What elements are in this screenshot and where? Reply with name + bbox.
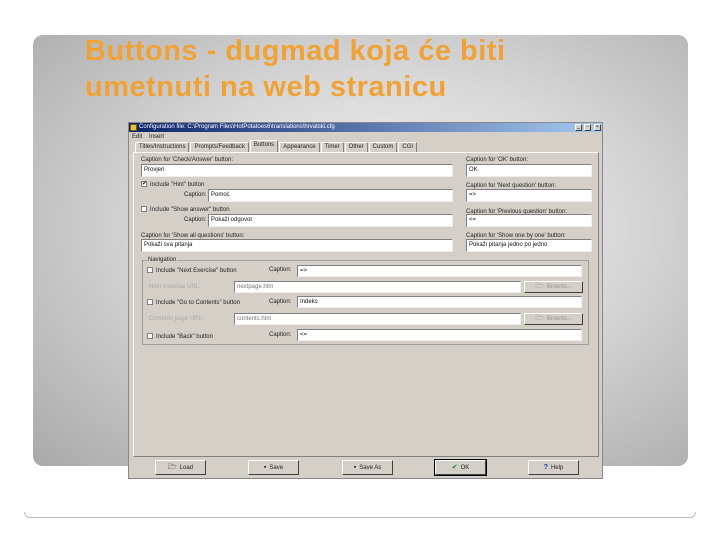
hint-caption-input[interactable]: Pomoć — [208, 189, 453, 202]
show-answer-caption-input[interactable]: Pokaži odgovor — [208, 214, 453, 227]
load-button[interactable]: 🗁 Load — [155, 460, 206, 475]
browse-contents-url-button[interactable]: 🗁 Browse... — [524, 313, 583, 325]
folder-icon: 🗁 — [535, 283, 544, 290]
next-exercise-include-checkbox[interactable]: Include "Next Exercise" button — [147, 267, 237, 275]
tab-other[interactable]: Other — [344, 142, 368, 152]
maximize-button[interactable]: ▫ — [584, 124, 591, 131]
next-question-caption-input[interactable]: => — [466, 189, 592, 202]
show-answer-caption-label: Caption: — [184, 217, 207, 223]
tab-timer[interactable]: Timer — [320, 142, 344, 152]
hint-include-label: Include "Hint" button — [150, 182, 205, 188]
title-line-1: Buttons - dugmad koja će biti — [85, 35, 506, 67]
hint-caption-label: Caption: — [184, 192, 207, 198]
help-button[interactable]: ? Help — [528, 460, 579, 475]
checkmark-icon: ✔ — [451, 464, 458, 471]
menu-insert[interactable]: Insert — [149, 134, 164, 140]
next-exercise-caption-input[interactable]: => — [297, 265, 582, 277]
next-exercise-caption-label: Caption: — [269, 267, 292, 273]
tab-titles-instructions[interactable]: Titles/Instructions — [135, 142, 190, 152]
floppy-disk-icon: ▪ — [263, 464, 267, 471]
slide-title: Buttons - dugmad koja će biti umetnuti n… — [85, 33, 506, 105]
one-by-one-caption-input[interactable]: Pokaži pitanja jedno po jedno — [466, 239, 592, 252]
menu-edit[interactable]: Edit — [132, 134, 142, 140]
load-label: Load — [179, 465, 194, 471]
folder-icon: 🗁 — [535, 315, 544, 322]
save-label: Save — [269, 465, 284, 471]
show-answer-include-checkbox[interactable]: Include "Show answer" button — [141, 206, 230, 214]
menu-bar: Edit Insert — [132, 133, 169, 141]
back-include-label: Include "Back" button — [156, 334, 213, 340]
save-button[interactable]: ▪ Save — [248, 460, 299, 475]
save-as-button[interactable]: ▪ Save As — [342, 460, 393, 475]
browse-label: Browse... — [546, 284, 572, 290]
browse-label: Browse... — [546, 316, 572, 322]
help-label: Help — [550, 465, 564, 471]
tab-bar: Titles/Instructions Prompts/Feedback But… — [135, 140, 418, 152]
contents-url-input[interactable]: contents.htm — [234, 313, 521, 325]
navigation-group: Navigation Include "Next Exercise" butto… — [142, 256, 589, 345]
ok-button[interactable]: ✔ OK — [434, 459, 487, 476]
back-caption-input[interactable]: <= — [297, 329, 582, 341]
show-answer-include-label: Include "Show answer" button — [150, 207, 230, 213]
ok-label: OK — [460, 465, 470, 471]
contents-include-label: Include "Go to Contents" button — [156, 300, 240, 306]
contents-include-checkbox[interactable]: Include "Go to Contents" button — [147, 299, 240, 307]
app-icon — [130, 124, 137, 131]
contents-caption-label: Caption: — [269, 299, 292, 305]
next-exercise-url-label: Next exercise URL: — [149, 284, 201, 290]
slide-footer-line — [24, 512, 696, 518]
close-button[interactable]: × — [594, 124, 601, 131]
browse-next-url-button[interactable]: 🗁 Browse... — [524, 281, 583, 293]
configuration-dialog: Configuration file: C:\Program Files\Hot… — [128, 122, 603, 479]
navigation-legend: Navigation — [147, 256, 178, 264]
title-bar[interactable]: Configuration file: C:\Program Files\Hot… — [129, 123, 602, 132]
ok-caption-label: Caption for 'OK' button: — [466, 157, 528, 163]
title-line-2: umetnuti na web stranicu — [85, 71, 447, 103]
save-as-label: Save As — [359, 465, 382, 471]
check-caption-label: Caption for 'Check/Answer' button: — [141, 157, 234, 163]
buttons-tab-panel: Caption for 'Check/Answer' button: Provj… — [133, 152, 599, 457]
checkbox[interactable] — [141, 206, 147, 213]
next-exercise-include-label: Include "Next Exercise" button — [156, 268, 237, 274]
hint-include-checkbox[interactable]: ✔ Include "Hint" button — [141, 181, 204, 189]
checkbox[interactable] — [147, 299, 153, 306]
tab-appearance[interactable]: Appearance — [279, 142, 320, 152]
tab-buttons[interactable]: Buttons — [249, 140, 279, 152]
tab-cgi[interactable]: CGI — [398, 142, 418, 152]
tab-custom[interactable]: Custom — [368, 142, 398, 152]
question-mark-icon: ? — [543, 464, 548, 471]
checkbox[interactable] — [147, 333, 153, 340]
show-all-caption-input[interactable]: Pokaži sva pitanja — [141, 239, 453, 252]
minimize-button[interactable]: _ — [575, 124, 582, 131]
next-exercise-url-input[interactable]: nextpage.htm — [234, 281, 521, 293]
tab-prompts-feedback[interactable]: Prompts/Feedback — [190, 142, 249, 152]
open-folder-icon: 🗁 — [167, 464, 177, 471]
back-caption-label: Caption: — [269, 332, 292, 338]
checkbox[interactable] — [147, 267, 153, 274]
back-include-checkbox[interactable]: Include "Back" button — [147, 333, 213, 341]
checkbox[interactable]: ✔ — [141, 181, 147, 188]
contents-caption-input[interactable]: Indeks — [297, 296, 582, 308]
contents-url-label: Contents page URL: — [149, 316, 204, 322]
floppy-disk-icon: ▪ — [353, 464, 357, 471]
window-title: Configuration file: C:\Program Files\Hot… — [139, 124, 335, 130]
ok-caption-input[interactable]: OK — [466, 164, 592, 177]
check-caption-input[interactable]: Provjeri — [141, 164, 453, 177]
previous-question-caption-input[interactable]: <= — [466, 214, 592, 227]
